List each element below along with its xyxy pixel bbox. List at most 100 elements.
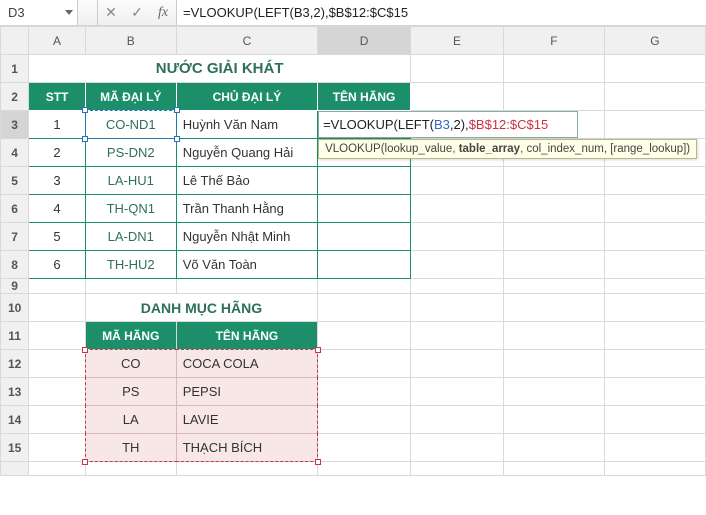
cell-D3-active[interactable]: =VLOOKUP(LEFT(B3,2),$B$12:$C$15 VLOOKUP(… (318, 111, 411, 139)
cell[interactable] (604, 350, 705, 378)
cell[interactable] (318, 279, 411, 294)
row-header[interactable]: 11 (1, 322, 29, 350)
function-tooltip[interactable]: VLOOKUP(lookup_value, table_array, col_i… (318, 139, 697, 159)
table2-header[interactable]: MÃ HÃNG (85, 322, 176, 350)
cell[interactable] (29, 434, 86, 462)
cell[interactable] (29, 350, 86, 378)
cell[interactable] (503, 322, 604, 350)
cell[interactable] (176, 279, 317, 294)
cell[interactable]: 1 (29, 111, 86, 139)
cell[interactable] (604, 322, 705, 350)
row-header[interactable]: 14 (1, 406, 29, 434)
col-header-E[interactable]: E (411, 27, 504, 55)
table1-header[interactable]: STT (29, 83, 86, 111)
table1-header[interactable]: MÃ ĐẠI LÝ (85, 83, 176, 111)
cell[interactable] (503, 55, 604, 83)
cancel-icon[interactable]: ✕ (98, 0, 124, 25)
cell[interactable] (411, 279, 504, 294)
cell[interactable] (503, 434, 604, 462)
cell[interactable] (29, 378, 86, 406)
cell-B15[interactable]: TH (85, 434, 176, 462)
cell[interactable]: COCA COLA (176, 350, 317, 378)
row-header[interactable]: 12 (1, 350, 29, 378)
cell[interactable] (411, 251, 504, 279)
cell[interactable]: TH-QN1 (85, 195, 176, 223)
table1-header[interactable]: CHỦ ĐẠI LÝ (176, 83, 317, 111)
cell[interactable]: PEPSI (176, 378, 317, 406)
fx-icon[interactable]: fx (150, 0, 176, 25)
cell[interactable] (503, 378, 604, 406)
cell[interactable]: Trần Thanh Hằng (176, 195, 317, 223)
cell[interactable] (604, 378, 705, 406)
cell[interactable] (411, 83, 504, 111)
cell[interactable] (503, 167, 604, 195)
cell[interactable] (85, 462, 176, 476)
cell[interactable]: NƯỚC GIẢI KHÁT (29, 55, 411, 83)
cell[interactable] (503, 223, 604, 251)
row-header[interactable]: 10 (1, 294, 29, 322)
cell[interactable]: LA (85, 406, 176, 434)
cell[interactable] (604, 55, 705, 83)
cell[interactable] (503, 83, 604, 111)
cell[interactable] (318, 223, 411, 251)
name-box[interactable]: D3 (0, 0, 78, 25)
cell[interactable] (411, 322, 504, 350)
cell[interactable] (318, 350, 411, 378)
row-header[interactable]: 6 (1, 195, 29, 223)
cell[interactable] (411, 223, 504, 251)
cell[interactable] (318, 378, 411, 406)
cell[interactable]: Nguyễn Quang Hải (176, 139, 317, 167)
cell[interactable]: LA-HU1 (85, 167, 176, 195)
row-header[interactable] (1, 462, 29, 476)
cell[interactable] (604, 406, 705, 434)
cell[interactable] (503, 406, 604, 434)
cell[interactable] (604, 434, 705, 462)
cell[interactable] (604, 462, 705, 476)
cell[interactable] (411, 294, 504, 322)
cell[interactable]: Lê Thế Bảo (176, 167, 317, 195)
row-header[interactable]: 15 (1, 434, 29, 462)
select-all-corner[interactable] (1, 27, 29, 55)
cell[interactable] (411, 434, 504, 462)
cell[interactable]: TH-HU2 (85, 251, 176, 279)
cell[interactable] (411, 378, 504, 406)
cell[interactable]: 3 (29, 167, 86, 195)
cell[interactable] (604, 83, 705, 111)
cell[interactable] (604, 279, 705, 294)
cell[interactable] (411, 195, 504, 223)
cell[interactable]: 5 (29, 223, 86, 251)
col-header-B[interactable]: B (85, 27, 176, 55)
spreadsheet-grid[interactable]: A B C D E F G 1 NƯỚC GIẢI KHÁT 2 STT MÃ … (0, 26, 706, 476)
cell[interactable]: PS-DN2 (85, 139, 176, 167)
cell[interactable] (29, 462, 86, 476)
cell[interactable] (318, 195, 411, 223)
cell[interactable] (318, 434, 411, 462)
cell[interactable]: DANH MỤC HÃNG (85, 294, 317, 322)
cell-C15[interactable]: THẠCH BÍCH (176, 434, 317, 462)
cell[interactable] (318, 294, 411, 322)
cell[interactable] (318, 322, 411, 350)
cell[interactable] (318, 406, 411, 434)
cell[interactable] (604, 294, 705, 322)
cell[interactable] (29, 406, 86, 434)
cell[interactable] (411, 55, 504, 83)
cell[interactable] (503, 251, 604, 279)
cell[interactable]: 4 (29, 195, 86, 223)
table1-header[interactable]: TÊN HÃNG (318, 83, 411, 111)
cell[interactable]: Võ Văn Toàn (176, 251, 317, 279)
cell[interactable]: PS (85, 378, 176, 406)
cell[interactable] (503, 294, 604, 322)
enter-icon[interactable]: ✓ (124, 0, 150, 25)
cell[interactable] (604, 195, 705, 223)
cell[interactable] (503, 462, 604, 476)
col-header-D[interactable]: D (318, 27, 411, 55)
cell[interactable] (503, 279, 604, 294)
cell[interactable]: 6 (29, 251, 86, 279)
cell[interactable] (604, 251, 705, 279)
cell[interactable] (29, 294, 86, 322)
row-header[interactable]: 5 (1, 167, 29, 195)
row-header[interactable]: 13 (1, 378, 29, 406)
row-header[interactable]: 7 (1, 223, 29, 251)
cell[interactable] (318, 251, 411, 279)
row-header[interactable]: 9 (1, 279, 29, 294)
